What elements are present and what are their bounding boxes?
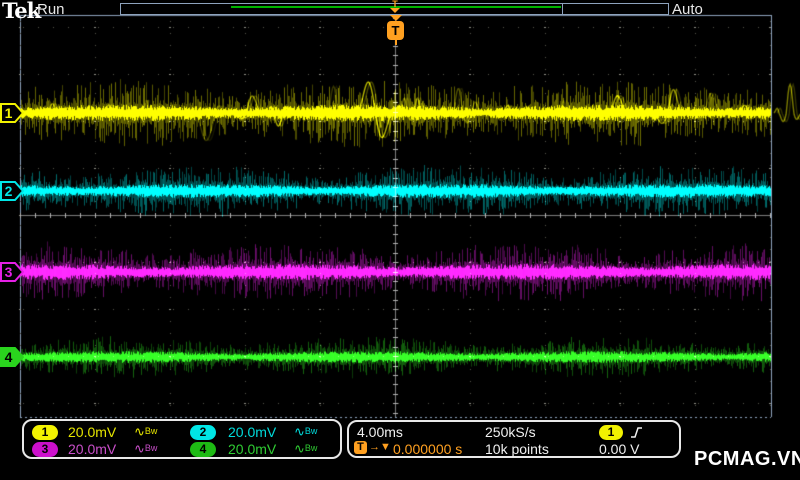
horizontal-trigger-readout-box: 4.00ms 250kS/s 1 T →▼ 0.000000 s 10k poi… [347, 420, 681, 458]
record-trigger-marker-icon: T [388, 0, 402, 13]
trigger-level-readout: 0.00 V [599, 441, 640, 457]
channel-1-scale: 20.0mV [68, 424, 117, 440]
tek-logo: Tek [2, 0, 41, 23]
horizontal-scale: 4.00ms [357, 424, 403, 440]
svg-text:4: 4 [5, 349, 13, 365]
channel-1-coupling-bw-icon: ∿Bw [134, 424, 158, 439]
trigger-t-icon: T [387, 21, 404, 40]
channel-2-badge: 2 [190, 425, 216, 440]
channel-readout-box: 1 20.0mV ∿Bw 2 20.0mV ∿Bw 3 20.0mV ∿Bw 4… [22, 419, 342, 459]
trigger-t-icon: T [354, 441, 367, 454]
sample-rate: 250kS/s [485, 424, 536, 440]
channel-1-marker: 1 [0, 103, 25, 123]
svg-text:1: 1 [5, 105, 13, 121]
trigger-position-readout: 0.000000 s [393, 441, 463, 457]
channel-2-scale: 20.0mV [228, 424, 277, 440]
rising-edge-icon [631, 427, 642, 438]
oscilloscope-screen: Tek Run T Auto T 1 2 3 4 1 20.0mV ∿Bw 2 … [0, 0, 800, 480]
record-view-divider [562, 4, 563, 14]
channel-1-badge: 1 [32, 425, 58, 440]
channel-3-badge: 3 [32, 442, 58, 457]
channel-2-marker: 2 [0, 181, 25, 201]
acquisition-status: Run [37, 1, 65, 18]
channel-3-scale: 20.0mV [68, 441, 117, 457]
trigger-arrows-icon: →▼ [369, 441, 391, 453]
svg-text:3: 3 [5, 264, 13, 280]
channel-4-scale: 20.0mV [228, 441, 277, 457]
trigger-source-badge: 1 [599, 425, 623, 440]
trigger-mode-label: Auto [672, 1, 703, 18]
svg-text:2: 2 [5, 183, 13, 199]
channel-4-badge: 4 [190, 442, 216, 457]
record-length: 10k points [485, 441, 549, 457]
waveform-display [0, 0, 800, 480]
trigger-position-marker: T [386, 15, 405, 45]
channel-3-coupling-bw-icon: ∿Bw [134, 441, 158, 456]
channel-2-coupling-bw-icon: ∿Bw [294, 424, 318, 439]
watermark: PCMAG.VN [694, 448, 800, 470]
channel-4-coupling-bw-icon: ∿Bw [294, 441, 318, 456]
channel-3-marker: 3 [0, 262, 25, 282]
channel-4-marker: 4 [0, 347, 25, 367]
